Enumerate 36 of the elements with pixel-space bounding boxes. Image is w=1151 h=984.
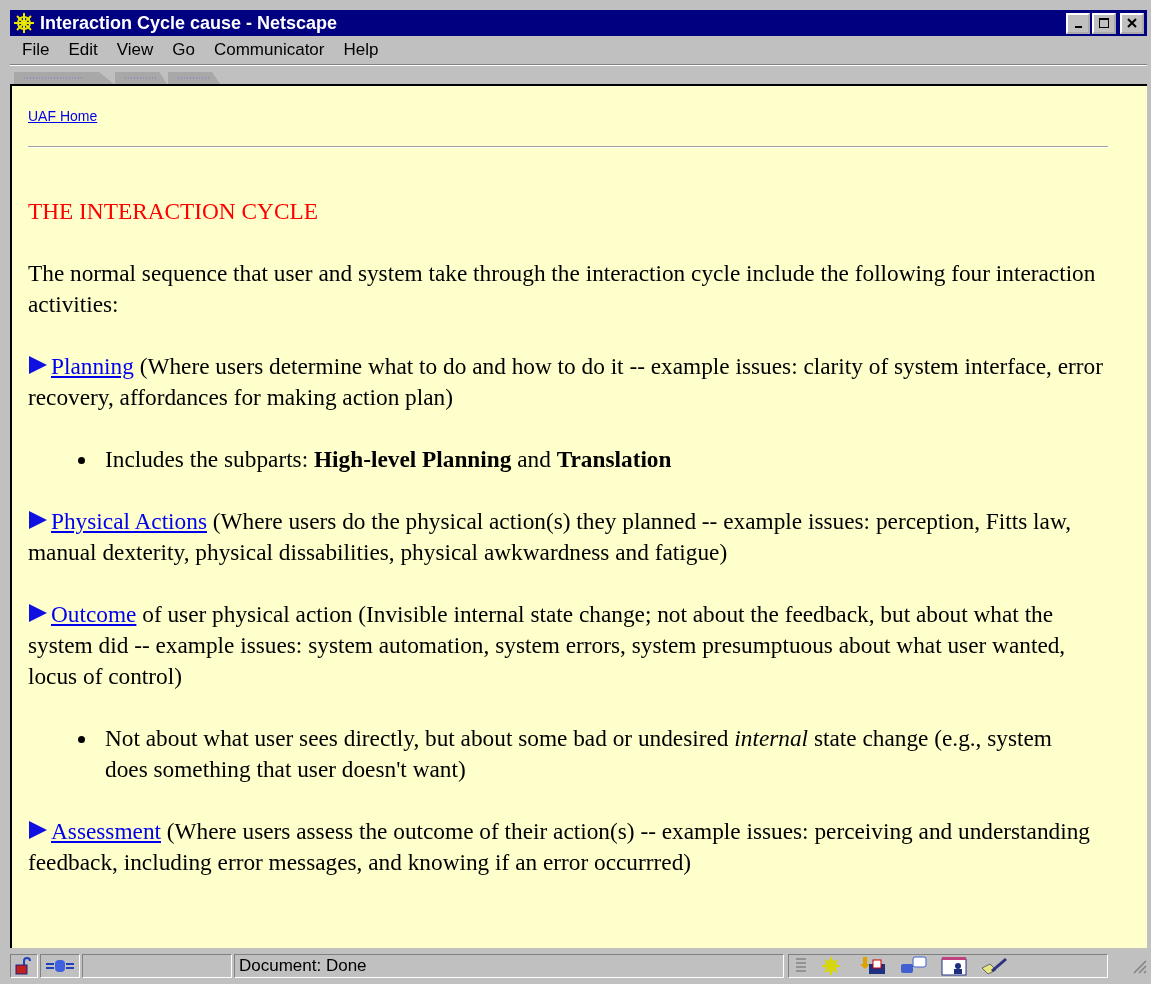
page-heading: THE INTERACTION CYCLE [28,197,319,226]
menu-item[interactable]: Edit [58,40,107,60]
padlock-icon[interactable] [15,957,33,975]
section-link[interactable]: Outcome [51,601,137,627]
bullet-icon [78,457,85,464]
connection-icon[interactable] [45,959,75,973]
menu-item[interactable]: View [106,40,163,60]
triangle-icon [28,510,48,530]
resize-grip-icon[interactable] [1131,958,1147,974]
section-link[interactable]: Assessment [51,818,161,844]
bullet-text: Not about what user sees directly, but about some bad or undesired internal state change (e.g., system does something that user doesn't want) [105,724,1053,784]
maximize-icon [1099,18,1109,28]
home-link[interactable]: UAF Home [28,108,98,124]
close-button[interactable] [1120,12,1144,34]
triangle-icon [28,603,48,623]
status-text: Document: Done [234,954,784,978]
pen-icon[interactable] [979,956,1009,976]
window-title: Interaction Cycle cause - Netscape [40,12,339,34]
triangle-icon [28,355,48,375]
bullet-icon [78,736,85,743]
menu-item[interactable]: File [12,40,59,60]
close-icon [1127,18,1137,28]
section-link[interactable]: Planning [51,353,134,379]
address-card-icon[interactable] [941,956,967,976]
minimize-icon [1074,26,1082,28]
wheel-icon [13,12,35,34]
minimize-button[interactable] [1066,12,1090,34]
section-link[interactable]: Physical Actions [51,508,207,534]
intro-paragraph: The normal sequence that user and system take through the interaction cycle include the following four interaction activities: [28,259,1097,319]
maximize-button[interactable] [1092,12,1116,34]
bullet-text: Includes the subparts: High-level Planning and Translation [105,445,672,474]
menu-item[interactable]: Communicator [203,40,334,60]
triangle-icon [28,820,48,840]
chat-icon[interactable] [899,956,929,976]
menu-item[interactable]: Help [333,40,388,60]
menu-item[interactable]: Go [162,40,204,60]
